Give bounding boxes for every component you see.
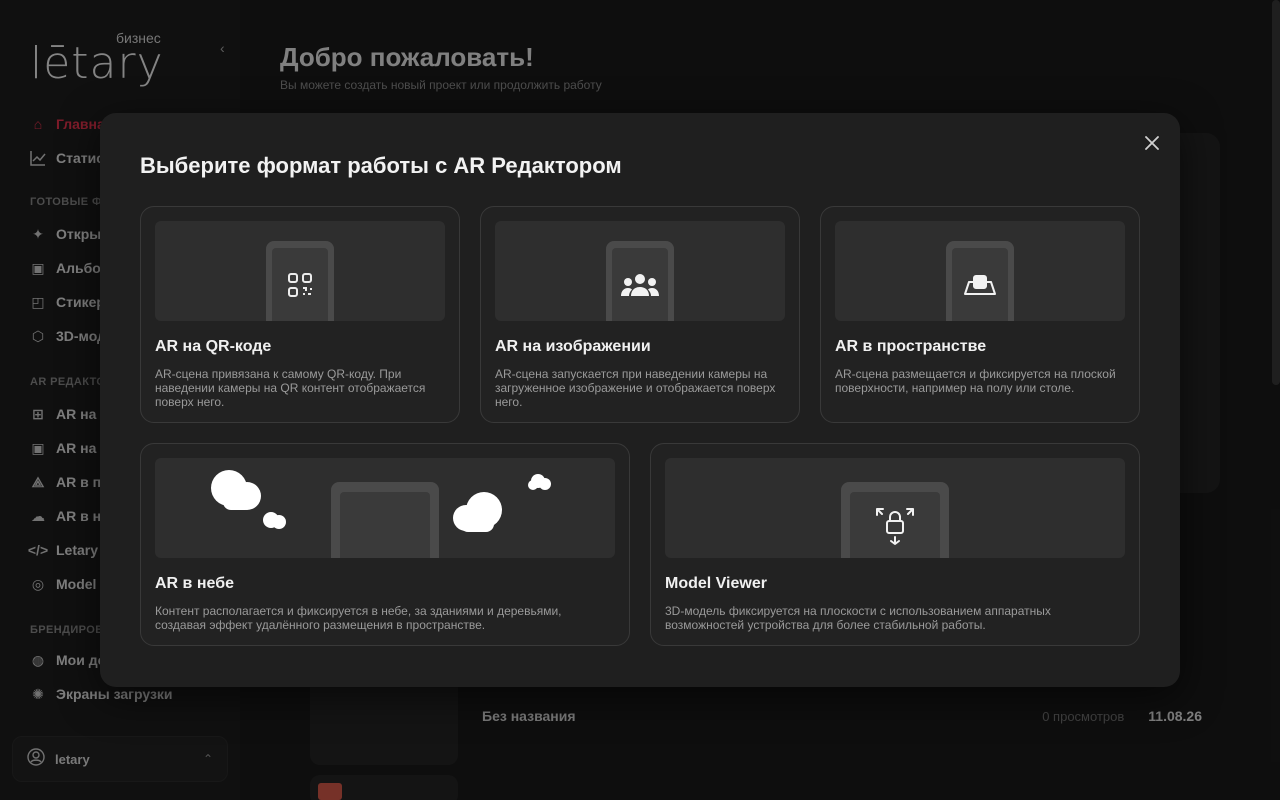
format-card-model-viewer[interactable]: Model Viewer 3D-модель фиксируется на пл… xyxy=(650,443,1140,646)
phone-illustration xyxy=(606,241,674,321)
card-description: Контент располагается и фиксируется в не… xyxy=(155,604,562,632)
phone-illustration xyxy=(946,241,1014,321)
phone-illustration xyxy=(331,482,439,558)
card-preview xyxy=(665,458,1125,558)
card-description: AR-сцена привязана к самому QR-коду. При… xyxy=(155,367,426,409)
card-preview xyxy=(835,221,1125,321)
format-card-ar-image[interactable]: AR на изображении AR-сцена запускается п… xyxy=(480,206,800,423)
card-preview xyxy=(155,221,445,321)
phone-illustration xyxy=(266,241,334,321)
people-icon xyxy=(621,273,659,296)
surface-icon xyxy=(964,274,996,295)
ar-lock-icon xyxy=(876,508,914,545)
cloud-icon xyxy=(453,492,502,532)
format-card-ar-qr[interactable]: AR на QR-коде AR-сцена привязана к самом… xyxy=(140,206,460,423)
card-description: AR-сцена размещается и фиксируется на пл… xyxy=(835,367,1116,395)
card-title: AR в небе xyxy=(155,575,234,592)
cloud-icon xyxy=(528,474,551,490)
card-title: AR на изображении xyxy=(495,338,651,355)
close-icon xyxy=(1145,136,1159,150)
format-card-ar-space[interactable]: AR в пространстве AR-сцена размещается и… xyxy=(820,206,1140,423)
card-preview xyxy=(155,458,615,558)
card-preview xyxy=(495,221,785,321)
card-title: AR на QR-коде xyxy=(155,338,272,355)
card-title: Model Viewer xyxy=(665,575,767,592)
card-description: AR-сцена запускается при наведении камер… xyxy=(495,367,776,409)
dialog-title: Выберите формат работы с AR Редактором xyxy=(140,153,622,178)
card-title: AR в пространстве xyxy=(835,338,987,355)
format-card-ar-sky[interactable]: AR в небе Контент располагается и фиксир… xyxy=(140,443,630,646)
card-description: 3D-модель фиксируется на плоскости с исп… xyxy=(665,604,1051,632)
app-root: lētary бизнес ‹ ⌂ Главная Статистика ГОТ… xyxy=(0,0,1280,800)
cloud-icon xyxy=(211,470,261,510)
phone-illustration xyxy=(841,482,949,558)
qr-icon xyxy=(288,272,312,297)
close-button[interactable] xyxy=(1140,131,1164,155)
ar-format-dialog: Выберите формат работы с AR Редактором A… xyxy=(100,113,1180,687)
cloud-icon xyxy=(263,512,286,529)
